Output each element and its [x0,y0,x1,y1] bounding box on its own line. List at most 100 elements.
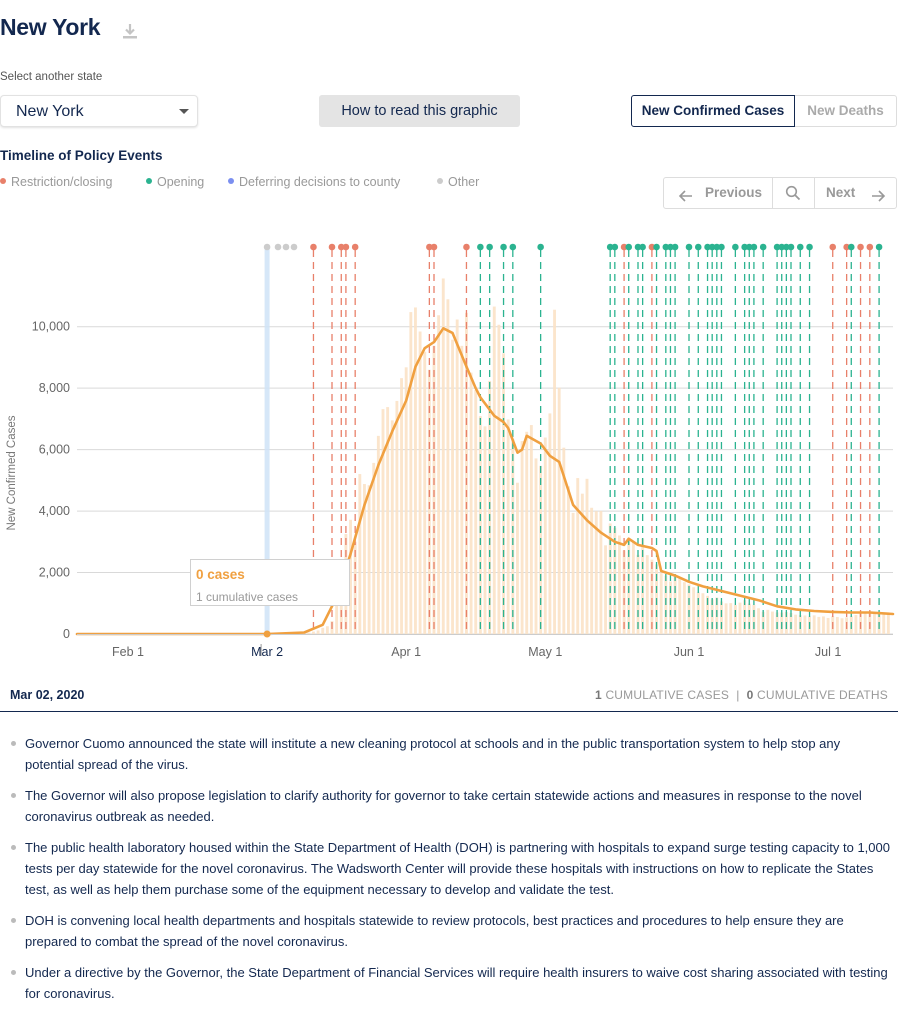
daily-case-bar[interactable] [418,331,422,634]
daily-case-bar[interactable] [557,387,561,634]
daily-case-bar[interactable] [724,603,728,634]
download-icon[interactable] [122,22,138,40]
daily-case-bar[interactable] [553,309,556,634]
new-confirmed-cases-toggle[interactable]: New Confirmed Cases [631,95,795,127]
daily-case-bar[interactable] [529,425,533,634]
search-button[interactable] [772,178,815,208]
daily-case-bar[interactable] [372,462,376,634]
daily-case-bar[interactable] [863,612,867,634]
event-dot-restriction[interactable] [463,243,470,251]
daily-case-bar[interactable] [826,617,830,634]
daily-case-bar[interactable] [469,372,473,634]
event-dot-other[interactable] [290,243,298,251]
daily-case-bar[interactable] [645,555,649,634]
daily-case-bar[interactable] [757,608,760,634]
daily-case-bar[interactable] [752,604,756,634]
event-dot-restriction[interactable] [310,243,317,251]
daily-case-bar[interactable] [516,482,519,634]
daily-case-bar[interactable] [460,345,464,634]
daily-case-bar[interactable] [316,630,320,634]
event-dot-restriction[interactable] [351,243,359,251]
daily-case-bar[interactable] [437,315,441,634]
daily-case-bar[interactable] [307,632,311,634]
daily-case-bar[interactable] [525,431,529,634]
event-dot-opening[interactable] [537,243,544,251]
daily-case-bar[interactable] [840,618,844,634]
daily-case-bar[interactable] [358,474,362,634]
daily-case-bar[interactable] [794,614,798,634]
daily-case-bar[interactable] [701,593,705,634]
daily-case-bar[interactable] [497,324,501,634]
daily-case-bar[interactable] [571,512,575,634]
selected-point[interactable] [263,630,271,638]
event-dot-restriction[interactable] [857,243,864,251]
daily-case-bar[interactable] [822,616,825,634]
event-dot-opening[interactable] [639,243,646,251]
daily-case-bar[interactable] [631,542,635,634]
daily-case-bar[interactable] [682,582,686,634]
daily-case-bar[interactable] [720,601,723,634]
event-dot-opening[interactable] [685,243,693,251]
event-dot-restriction[interactable] [866,243,874,251]
daily-case-bar[interactable] [492,306,496,634]
daily-case-bar[interactable] [455,319,459,634]
event-dot-restriction[interactable] [342,243,350,251]
event-dot-opening[interactable] [477,243,484,251]
daily-case-bar[interactable] [747,603,751,634]
daily-case-bar[interactable] [414,307,417,634]
daily-case-bar[interactable] [599,511,603,634]
event-dot-restriction[interactable] [430,243,438,251]
daily-case-bar[interactable] [729,603,733,634]
daily-case-bar[interactable] [381,409,385,634]
daily-case-bar[interactable] [390,420,394,634]
daily-case-bar[interactable] [733,605,737,634]
daily-case-bar[interactable] [835,617,839,634]
daily-case-bar[interactable] [854,615,858,634]
daily-case-bar[interactable] [771,611,774,634]
event-dot-opening[interactable] [653,243,660,251]
daily-case-bar[interactable] [567,486,570,634]
daily-case-bar[interactable] [404,367,408,634]
daily-case-bar[interactable] [766,609,770,634]
daily-case-bar[interactable] [678,577,682,634]
event-dot-opening[interactable] [694,243,702,251]
daily-case-bar[interactable] [506,419,510,634]
state-select[interactable]: New York [0,95,198,127]
daily-case-bar[interactable] [812,615,816,634]
daily-case-bar[interactable] [543,437,547,634]
new-deaths-toggle[interactable]: New Deaths [795,95,897,127]
event-dot-other[interactable] [274,243,282,251]
event-dot-restriction[interactable] [328,243,336,251]
next-button[interactable]: Next [815,178,897,208]
daily-case-bar[interactable] [817,616,821,634]
daily-case-bar[interactable] [321,627,325,634]
event-dot-opening[interactable] [750,243,758,251]
event-dot-opening[interactable] [875,243,883,251]
event-dot-opening[interactable] [509,243,517,251]
daily-case-bar[interactable] [451,339,454,634]
event-dot-opening[interactable] [787,243,795,251]
daily-case-bar[interactable] [534,458,538,634]
daily-case-bar[interactable] [446,299,450,634]
event-dot-opening[interactable] [500,243,507,251]
daily-case-bar[interactable] [585,478,589,634]
daily-case-bar[interactable] [803,615,807,634]
daily-case-bar[interactable] [483,426,487,634]
daily-case-bar[interactable] [659,573,663,634]
event-dot-other[interactable] [282,243,290,251]
event-dot-other[interactable] [263,243,271,251]
cases-chart[interactable]: 0 2,000 4,000 6,000 8,000 10,000 New Confirmed… [0,230,898,670]
daily-case-bar[interactable] [873,612,876,634]
daily-case-bar[interactable] [400,378,403,634]
how-to-read-button[interactable]: How to read this graphic [319,95,520,127]
event-dot-opening[interactable] [759,243,767,251]
event-dot-opening[interactable] [625,243,633,251]
daily-case-bar[interactable] [423,351,427,634]
event-dot-opening[interactable] [671,243,679,251]
event-dot-opening[interactable] [732,243,739,251]
event-dot-restriction[interactable] [829,243,837,251]
event-dot-opening[interactable] [796,243,804,251]
daily-case-bar[interactable] [395,400,399,634]
previous-button[interactable]: Previous [664,178,773,208]
daily-case-bar[interactable] [409,312,413,634]
